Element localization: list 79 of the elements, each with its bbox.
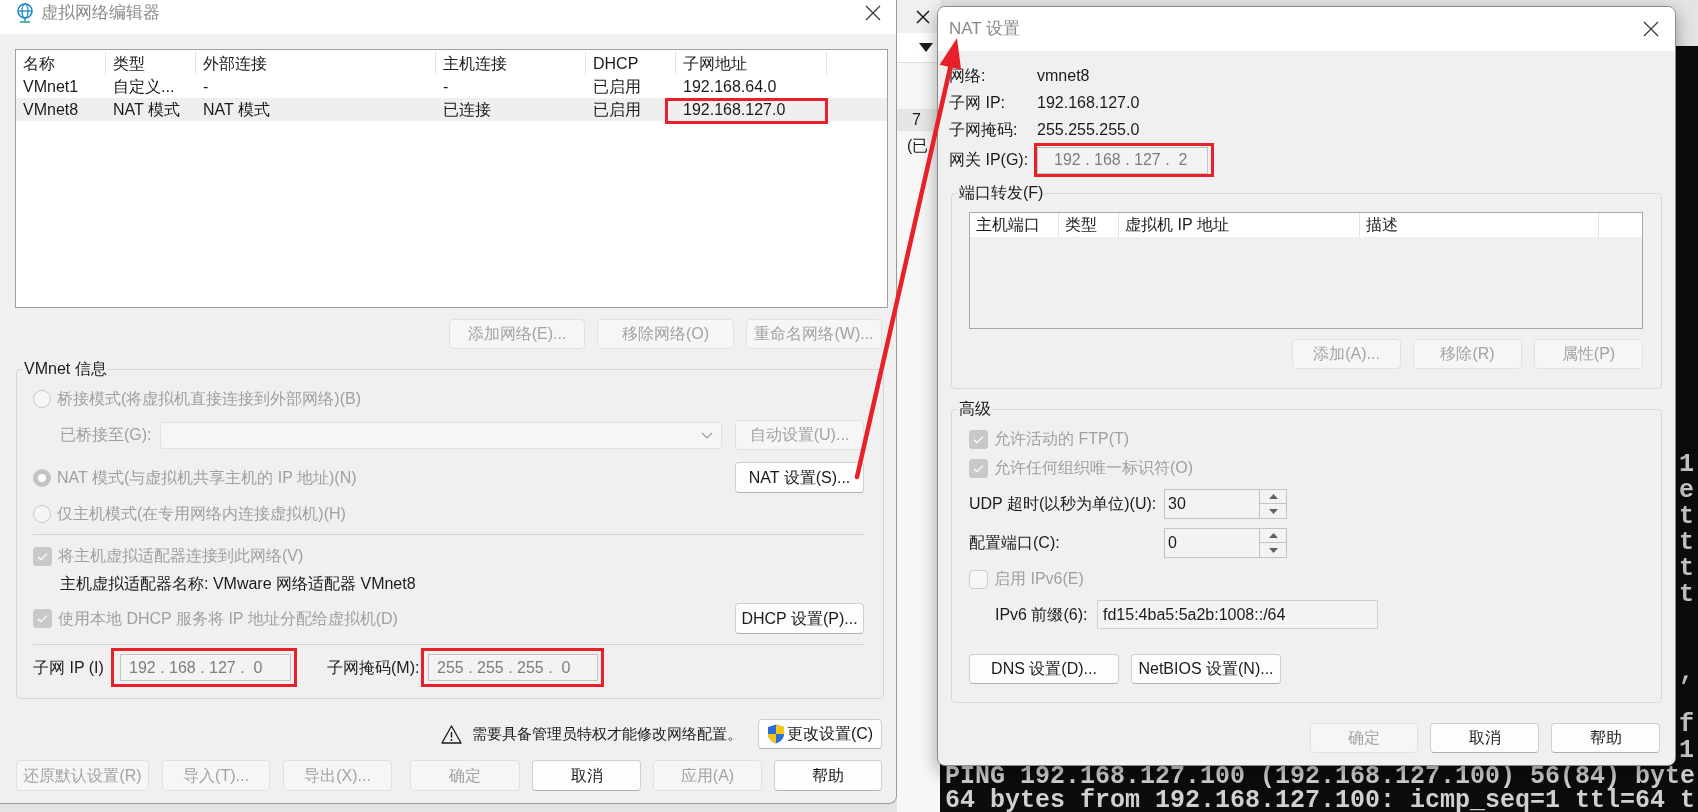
ip-address-field[interactable]: 192 . 168 . 127 . 0 [120,654,291,681]
close-icon[interactable] [1643,21,1659,37]
caret-down-icon [1268,547,1278,553]
table-cell-text: NAT 模式 [112,99,180,120]
chevron-down-icon [701,431,713,439]
caret-down-icon [1268,508,1278,514]
table-cell-text: NAT 模式 [202,99,270,120]
caret-down-icon[interactable] [919,43,933,52]
table-cell-text: 自定义... [112,76,175,97]
terminal-text: 1 [1679,738,1694,764]
adapter-name-text: 主机虚拟适配器名称: VMware 网络适配器 VMnet8 [60,574,417,594]
terminal-text: t [1679,582,1694,608]
spin-up-button[interactable] [1260,528,1287,543]
admin-notice-text: 需要具备管理员特权才能修改网络配置。 [472,724,742,744]
info-value: 192.168.127.0 [1037,92,1140,113]
terminal-line: 64 bytes from 192.168.127.100: icmp_seq=1 ttl=64 t [945,790,1697,812]
field-label: 子网掩码(M): [327,657,421,678]
field-label: UDP 超时(以秒为单位)(U): [969,494,1158,514]
dialog-button[interactable]: 帮助 [1551,723,1660,753]
column-header[interactable]: 类型 [1059,213,1119,237]
warning-icon [441,724,462,744]
list-text: (已 [907,136,929,156]
field-label: 已桥接至(G): [60,425,153,445]
field-label: 配置端口(C): [969,533,1061,553]
field-label: IPv6 前缀(6): [995,604,1089,625]
info-label: 子网掩码: [949,119,1019,140]
terminal-text: e [1679,478,1694,504]
ip-address-field[interactable]: 192 . 168 . 127 . 2 [1037,146,1208,174]
table-cell-text: 已启用 [592,76,641,97]
text-field[interactable]: fd15:4ba5:5a2b:1008::/64 [1097,600,1378,629]
caret-up-icon [1268,494,1278,499]
change-settings-button[interactable]: 更改设置(C) [758,719,882,749]
table-row[interactable]: VMnet8 NAT 模式 NAT 模式 已连接 已启用 192.168.127.0 [16,98,887,121]
number-field[interactable]: 0 [1164,528,1260,558]
terminal-text: t [1679,504,1694,530]
nat-settings-button[interactable]: NAT 设置(S)... [735,462,864,493]
terminal-text: f [1679,712,1694,738]
table-cell-text: VMnet1 [22,76,79,97]
dhcp-settings-button[interactable]: DHCP 设置(P)... [735,603,864,634]
terminal-text: t [1679,530,1694,556]
table-cell-text: - [202,76,209,97]
group-title: 端口转发(F) [958,183,1045,203]
field-label: 网关 IP(G): [949,150,1030,170]
table-cell-text: 192.168.127.0 [682,99,786,120]
group-title: VMnet 信息 [23,359,108,379]
column-header[interactable]: 主机端口 [970,213,1059,237]
spin-up-button[interactable] [1260,489,1287,504]
globe-icon [16,3,34,23]
column-header[interactable]: 描述 [1360,213,1599,237]
close-icon[interactable] [865,5,881,21]
terminal-text: t [1679,556,1694,582]
terminal-text: , [1679,660,1694,686]
close-icon[interactable] [916,9,930,24]
table-cell-text: 已启用 [592,99,641,120]
terminal-text: 1 [1679,452,1694,478]
table-cell-text: VMnet8 [22,99,79,120]
info-value: 255.255.255.0 [1037,119,1140,140]
column-header[interactable]: 虚拟机 IP 地址 [1119,213,1360,237]
table-cell-text: 192.168.64.0 [682,76,777,97]
number-field[interactable]: 30 [1164,489,1260,519]
shield-icon [766,724,785,744]
window-title: NAT 设置 [949,19,1021,39]
dialog-button[interactable]: 取消 [532,760,641,791]
spin-down-button[interactable] [1260,543,1287,558]
spin-down-button[interactable] [1260,504,1287,519]
table-cell-text: 已连接 [442,99,491,120]
dialog-button[interactable]: 帮助 [774,760,882,791]
list-text: 7 [912,110,921,130]
info-value: vmnet8 [1037,65,1090,86]
settings-button[interactable]: NetBIOS 设置(N)... [1131,654,1281,684]
caret-up-icon [1268,533,1278,538]
field-label: 子网 IP (I) [33,657,105,678]
info-label: 子网 IP: [949,92,1006,113]
settings-button[interactable]: DNS 设置(D)... [969,654,1119,684]
dialog-button[interactable]: 取消 [1430,723,1539,753]
group-title: 高级 [958,399,992,419]
table-cell-text: - [442,76,449,97]
window-title: 虚拟网络编辑器 [41,3,160,23]
ip-address-field[interactable]: 255 . 255 . 255 . 0 [428,654,598,681]
